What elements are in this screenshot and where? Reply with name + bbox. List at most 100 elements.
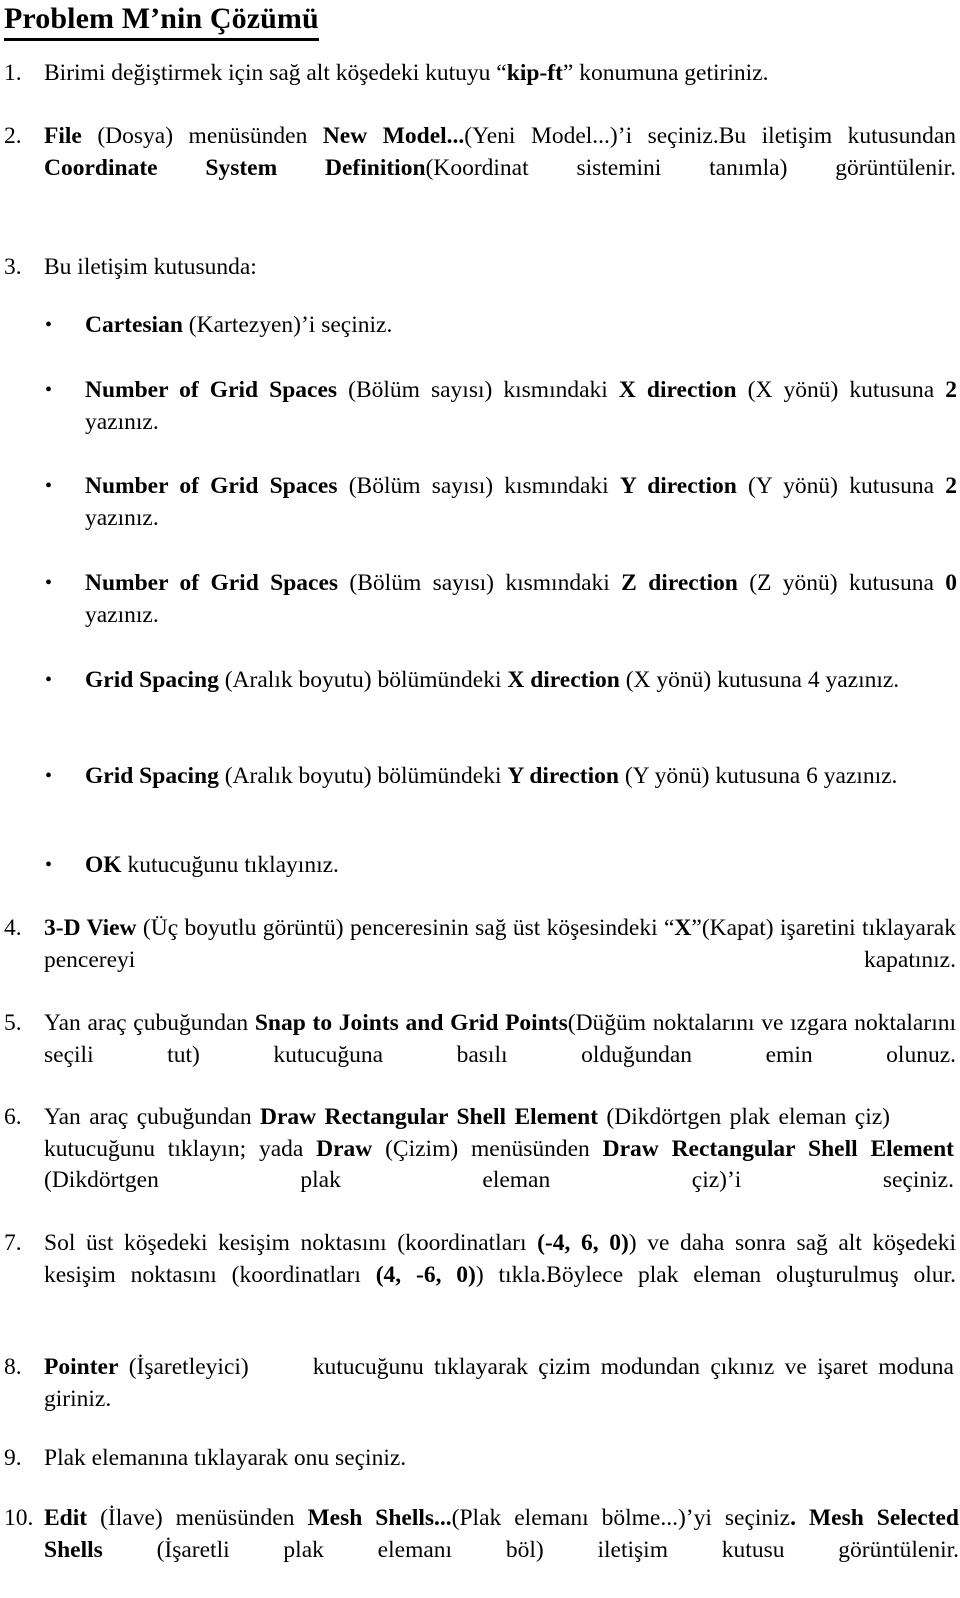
- text-segment-bold: 2: [945, 377, 957, 403]
- text-segment-bold: File: [44, 123, 82, 149]
- text-segment-bold: X direction: [618, 377, 737, 403]
- text-segment-bold: X: [674, 915, 692, 941]
- list-marker: 10.: [4, 1505, 34, 1531]
- text-segment-bold: Mesh Shells...: [307, 1505, 452, 1531]
- text-segment-bold: 2: [945, 473, 957, 499]
- list-item: • Number of Grid Spaces (Bölüm sayısı) k…: [45, 471, 957, 566]
- bullet-icon: •: [45, 572, 53, 594]
- list-item: 3. Bu iletişim kutusunda:: [4, 252, 704, 284]
- list-item-text: Birimi değiştirmek için sağ alt köşedeki…: [4, 58, 954, 90]
- text-segment-bold: Number of Grid Spaces: [85, 473, 338, 499]
- list-item-text: Bu iletişim kutusunda:: [4, 252, 704, 284]
- text-segment: (Kartezyen)’i seçiniz.: [182, 312, 393, 338]
- list-item-text: Pointer (İşaretleyici) kutucuğunu tıklaya…: [4, 1352, 954, 1415]
- list-item: 4. 3-D View (Üç boyutlu görüntü) pencere…: [4, 913, 956, 1008]
- list-item-text: Yan araç çubuğundan Draw Rectangular She…: [4, 1102, 954, 1228]
- text-segment: yazınız.: [819, 667, 900, 693]
- text-segment: Sol üst köşedeki kesişim noktasını (koor…: [44, 1230, 538, 1256]
- list-item: 5. Yan araç çubuğundan Snap to Joints an…: [4, 1008, 956, 1103]
- list-item-text: Sol üst köşedeki kesişim noktasını (koor…: [4, 1228, 956, 1323]
- text-segment: (Y yönü) kutusuna: [736, 473, 946, 499]
- list-marker: 3.: [4, 254, 22, 280]
- bullet-icon: •: [45, 669, 53, 691]
- text-segment: (Aralık boyutu) bölümündeki: [218, 667, 508, 693]
- bullet-icon: •: [45, 854, 53, 876]
- list-item-text: Grid Spacing (Aralık boyutu) bölümündeki…: [45, 761, 947, 793]
- text-segment: (Üç boyutlu görüntü) penceresinin sağ üs…: [136, 915, 675, 941]
- list-item: 8. Pointer (İşaretleyici) kutucuğunu tıkl…: [4, 1352, 954, 1415]
- text-segment: (Bölüm sayısı) kısmındaki: [337, 473, 620, 499]
- list-item: • Grid Spacing (Aralık boyutu) bölümünde…: [45, 665, 947, 697]
- text-segment: (Koordinat sistemini tanımla) görüntülen…: [425, 154, 956, 181]
- list-item-text: Edit (İlave) menüsünden Mesh Shells...(P…: [4, 1503, 959, 1598]
- text-segment: Bu iletişim kutusunda:: [44, 254, 257, 280]
- bullet-icon: •: [45, 765, 53, 787]
- list-item: 7. Sol üst köşedeki kesişim noktasını (k…: [4, 1228, 956, 1323]
- list-item-text: File (Dosya) menüsünden New Model...(Yen…: [4, 121, 956, 216]
- list-item: 10. Edit (İlave) menüsünden Mesh Shells.…: [4, 1503, 959, 1598]
- list-marker: 8.: [4, 1354, 22, 1380]
- text-segment: (Plak elemanı bölme...)’yi seçiniz: [451, 1505, 791, 1531]
- text-segment-bold: Cartesian: [85, 312, 183, 338]
- list-item: • Number of Grid Spaces (Bölüm sayısı) k…: [45, 375, 957, 470]
- bullet-icon: •: [45, 475, 53, 497]
- list-item: • OK kutucuğunu tıklayınız.: [45, 850, 745, 882]
- text-segment: ) tıkla.Böylece plak eleman oluşturulmuş…: [475, 1261, 956, 1288]
- text-segment: Yan araç çubuğundan: [44, 1010, 255, 1036]
- list-marker: 2.: [4, 123, 22, 149]
- list-marker: 4.: [4, 915, 22, 941]
- text-segment-bold: Z direction: [621, 570, 738, 596]
- list-marker: 9.: [4, 1445, 22, 1471]
- text-segment-bold: Pointer: [44, 1354, 119, 1380]
- text-segment-bold: 3-D View: [44, 915, 137, 941]
- text-segment-bold: kip-ft: [506, 60, 563, 86]
- text-segment: (X yönü) kutusuna: [619, 667, 808, 693]
- text-segment: Birimi değiştirmek için sağ alt köşedeki…: [44, 60, 507, 86]
- list-item-text: Number of Grid Spaces (Bölüm sayısı) kıs…: [45, 471, 957, 566]
- list-item-text: Number of Grid Spaces (Bölüm sayısı) kıs…: [45, 375, 957, 470]
- text-segment-bold: 0: [945, 570, 957, 596]
- text-segment: Plak elemanına tıklayarak onu seçiniz.: [44, 1445, 407, 1471]
- list-item: 1. Birimi değiştirmek için sağ alt köşed…: [4, 58, 954, 90]
- text-segment-bold: X direction: [507, 667, 620, 693]
- text-segment-bold: Number of Grid Spaces: [85, 570, 339, 596]
- text-segment-bold: Draw Rectangular Shell Element: [602, 1135, 954, 1162]
- list-item-text: OK kutucuğunu tıklayınız.: [45, 850, 745, 882]
- list-marker: 5.: [4, 1010, 22, 1036]
- list-marker: 6.: [4, 1104, 22, 1130]
- text-segment: kutucuğunu tıklayın; yada: [44, 1135, 317, 1162]
- page-title: Problem M’nin Çözümü: [4, 2, 319, 41]
- text-segment: (X yönü) kutusuna: [736, 377, 946, 403]
- text-segment: (İlave) menüsünden: [87, 1505, 308, 1531]
- bullet-icon: •: [45, 314, 53, 336]
- list-item: 9. Plak elemanına tıklayarak onu seçiniz…: [4, 1443, 804, 1475]
- text-segment: (Z yönü) kutusuna: [737, 570, 946, 596]
- text-segment: (Y yönü) kutusuna 6 yazınız.: [618, 763, 898, 789]
- text-segment-bold: Coordinate System Definition: [44, 154, 426, 181]
- text-segment-bold: Draw: [316, 1135, 373, 1162]
- list-item: 2. File (Dosya) menüsünden New Model...(…: [4, 121, 956, 216]
- text-segment-bold: (4, -6, 0): [375, 1261, 476, 1288]
- text-segment: (Dikdörtgen plak eleman çiz): [598, 1104, 890, 1130]
- text-segment: Yan araç çubuğundan: [44, 1104, 260, 1130]
- text-segment: (Bölüm sayısı) kısmındaki: [337, 377, 619, 403]
- text-segment: (Dosya) menüsünden: [81, 123, 323, 149]
- text-segment: (Aralık boyutu) bölümündeki: [218, 763, 508, 789]
- text-segment: ” konumuna getiriniz.: [562, 60, 769, 86]
- list-item-text: 3-D View (Üç boyutlu görüntü) penceresin…: [4, 913, 956, 1008]
- text-segment: yazınız.: [85, 408, 159, 435]
- text-segment-bold: Number of Grid Spaces: [85, 377, 338, 403]
- list-marker: 1.: [4, 60, 22, 86]
- text-segment: (Çizim) menüsünden: [372, 1135, 603, 1162]
- text-segment: (Bölüm sayısı) kısmındaki: [338, 570, 622, 596]
- text-segment-bold: Snap to Joints and Grid Points: [254, 1010, 568, 1036]
- list-marker: 7.: [4, 1230, 22, 1256]
- text-segment: (İşaretleyici): [118, 1354, 249, 1380]
- text-segment-bold: Y direction: [619, 473, 737, 499]
- text-segment-bold: (-4, 6, 0): [537, 1230, 629, 1256]
- list-item: • Cartesian (Kartezyen)’i seçiniz.: [45, 310, 745, 342]
- text-segment: 4: [807, 667, 820, 693]
- text-segment-bold: Grid Spacing: [85, 763, 219, 789]
- text-segment: yazınız.: [85, 504, 159, 531]
- text-segment: kutucuğunu tıklayınız.: [121, 852, 339, 878]
